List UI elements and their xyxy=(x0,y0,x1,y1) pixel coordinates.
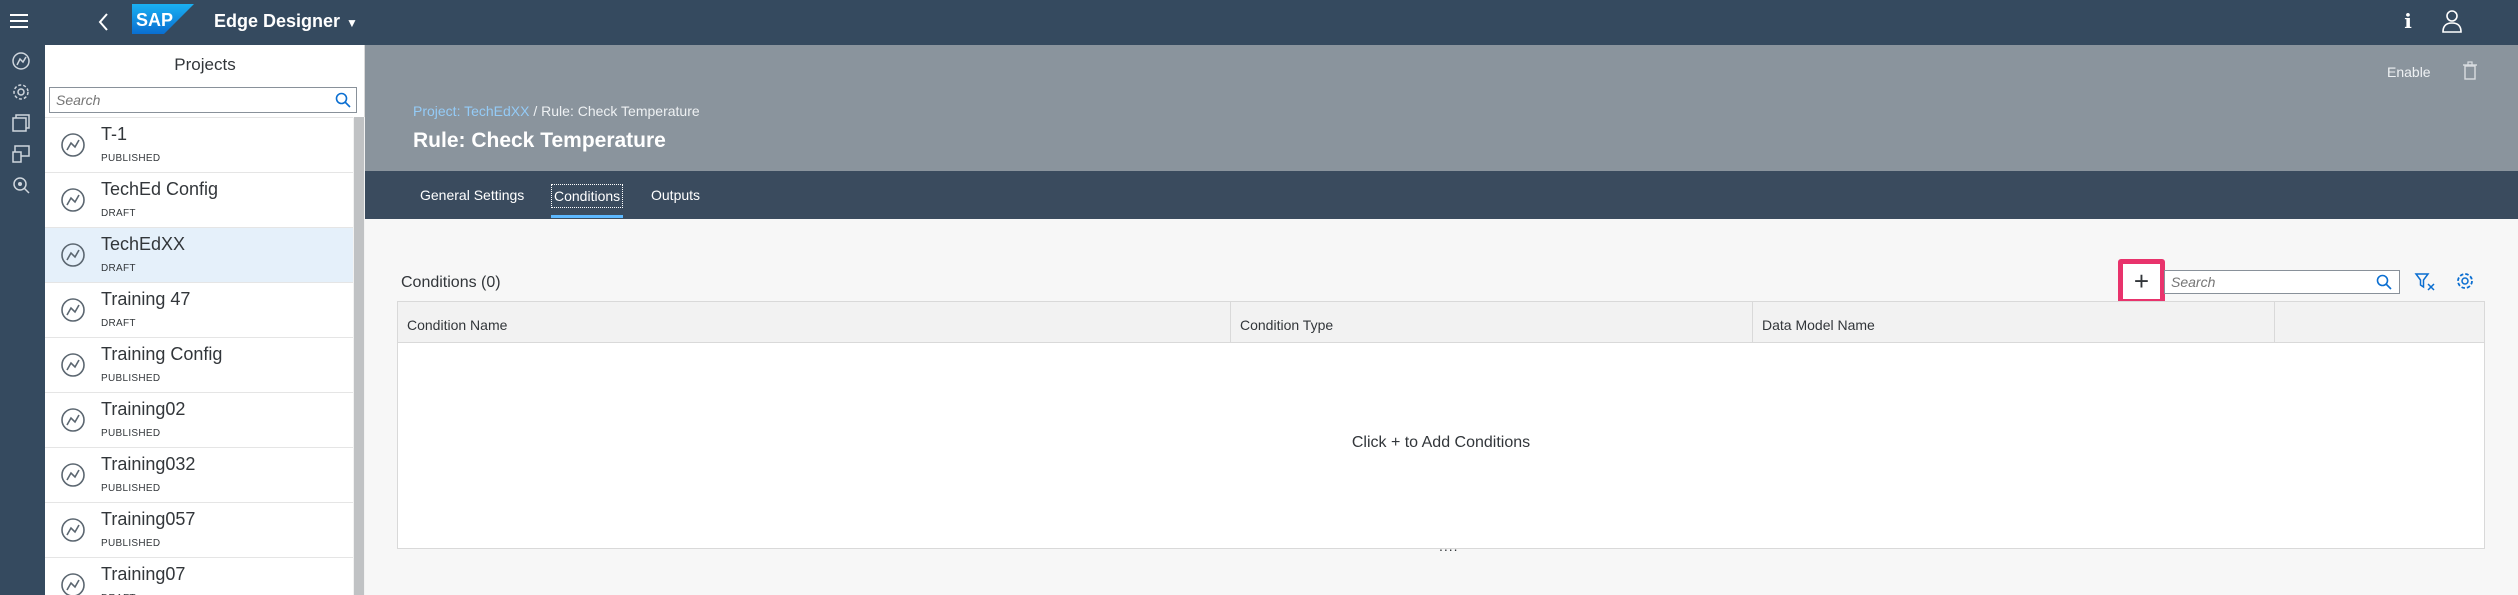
side-navigation xyxy=(0,45,45,595)
project-list-item[interactable]: Training032 PUBLISHED xyxy=(45,448,353,503)
project-name: Training Config xyxy=(101,344,223,364)
tab-outputs[interactable]: Outputs xyxy=(649,184,702,208)
project-name: T-1 xyxy=(101,124,128,144)
settings-icon[interactable] xyxy=(10,81,32,103)
project-list-item[interactable]: T-1 PUBLISHED xyxy=(45,118,353,173)
projects-search[interactable] xyxy=(49,87,357,113)
project-list-item[interactable]: Training02 PUBLISHED xyxy=(45,393,353,448)
app-title-menu[interactable]: Edge Designer ▼ xyxy=(214,8,358,34)
add-icon: + xyxy=(2133,266,2150,296)
projects-icon[interactable] xyxy=(10,50,32,72)
project-name: Training032 xyxy=(101,454,196,474)
project-list-item[interactable]: TechEdXX DRAFT xyxy=(45,228,353,283)
active-tab-indicator xyxy=(551,215,623,218)
projects-panel: Projects T-1PUBLISHEDTechEd ConfigDRAFTT… xyxy=(45,45,365,595)
project-name: Training 47 xyxy=(101,289,191,309)
search-settings-icon[interactable] xyxy=(10,174,32,196)
clear-filter-icon[interactable] xyxy=(2414,271,2436,293)
info-icon[interactable]: i xyxy=(2400,8,2416,34)
project-name: TechEd Config xyxy=(101,179,219,199)
project-name: Training057 xyxy=(101,509,196,529)
project-list-item[interactable]: Training 47 DRAFT xyxy=(45,283,353,338)
app-title: Edge Designer xyxy=(214,11,341,31)
devices-icon[interactable] xyxy=(10,143,32,165)
tab-bar: General Settings Conditions Outputs xyxy=(365,171,2518,219)
project-name: TechEdXX xyxy=(101,234,186,254)
search-icon[interactable] xyxy=(334,91,352,109)
delete-icon[interactable] xyxy=(2461,61,2479,81)
project-status: DRAFT xyxy=(101,263,136,274)
projects-title: Projects xyxy=(174,55,236,74)
page-title: Rule: Check Temperature xyxy=(413,129,666,152)
column-actions xyxy=(2275,302,2484,343)
project-icon xyxy=(61,188,85,212)
projects-list: T-1 PUBLISHED TechEd Config DRAFT TechEdXX DR… xyxy=(45,117,353,595)
more-indicator[interactable]: .... xyxy=(1439,539,1459,555)
project-status: PUBLISHED xyxy=(101,373,161,384)
tab-general-settings[interactable]: General Settings xyxy=(418,184,526,208)
column-data-model-name[interactable]: Data Model Name xyxy=(1753,302,2275,343)
menu-icon[interactable] xyxy=(8,10,30,32)
project-status: PUBLISHED xyxy=(101,153,161,164)
projects-search-input[interactable] xyxy=(50,88,320,112)
project-icon xyxy=(61,408,85,432)
project-list-item[interactable]: TechEd Config DRAFT xyxy=(45,173,353,228)
project-icon xyxy=(61,353,85,377)
search-icon[interactable] xyxy=(2375,273,2393,291)
project-list-item[interactable]: Training Config PUBLISHED xyxy=(45,338,353,393)
gear-icon[interactable] xyxy=(2454,270,2476,292)
conditions-table: Condition Name Condition Type Data Model… xyxy=(397,301,2485,549)
library-icon[interactable] xyxy=(10,112,32,134)
project-icon xyxy=(61,518,85,542)
tab-conditions[interactable]: Conditions xyxy=(551,184,624,208)
project-status: DRAFT xyxy=(101,318,136,329)
column-condition-name[interactable]: Condition Name xyxy=(398,302,1231,343)
project-status: PUBLISHED xyxy=(101,428,161,439)
caret-down-icon: ▼ xyxy=(346,16,358,30)
breadcrumb: Project: TechEdXX / Rule: Check Temperat… xyxy=(413,102,700,120)
conditions-title: Conditions (0) xyxy=(401,274,501,291)
add-condition-button[interactable]: + xyxy=(2118,259,2165,304)
logo-text: SAP xyxy=(136,10,173,30)
shell-bar: SAP Edge Designer ▼ i xyxy=(0,0,2518,45)
conditions-search[interactable] xyxy=(2164,270,2400,294)
column-condition-type[interactable]: Condition Type xyxy=(1231,302,1753,343)
project-list-item[interactable]: Training07DRAFT xyxy=(45,558,353,595)
breadcrumb-current: Rule: Check Temperature xyxy=(541,103,700,119)
project-list-item[interactable]: Training057 PUBLISHED xyxy=(45,503,353,558)
conditions-search-input[interactable] xyxy=(2165,271,2365,293)
object-header: Enable Project: TechEdXX / Rule: Check T… xyxy=(365,45,2518,171)
no-data-text: Click + to Add Conditions xyxy=(1351,434,1531,451)
project-name: Training07 xyxy=(101,564,186,584)
project-icon xyxy=(61,298,85,322)
projects-scrollbar[interactable] xyxy=(353,117,365,595)
project-icon xyxy=(61,243,85,267)
breadcrumb-separator: / xyxy=(529,103,542,119)
project-name: Training02 xyxy=(101,399,186,419)
project-icon xyxy=(61,573,85,595)
project-icon xyxy=(61,463,85,487)
project-status: PUBLISHED xyxy=(101,483,161,494)
breadcrumb-project-link[interactable]: Project: TechEdXX xyxy=(413,103,529,119)
project-icon xyxy=(61,133,85,157)
table-header: Condition Name Condition Type Data Model… xyxy=(398,302,2484,343)
user-icon[interactable] xyxy=(2440,8,2464,34)
enable-button[interactable]: Enable xyxy=(2387,62,2431,82)
project-status: PUBLISHED xyxy=(101,538,161,549)
sap-logo: SAP xyxy=(132,4,194,34)
scrollbar-thumb[interactable] xyxy=(354,117,364,595)
project-status: DRAFT xyxy=(101,208,136,219)
back-icon[interactable] xyxy=(92,8,116,36)
